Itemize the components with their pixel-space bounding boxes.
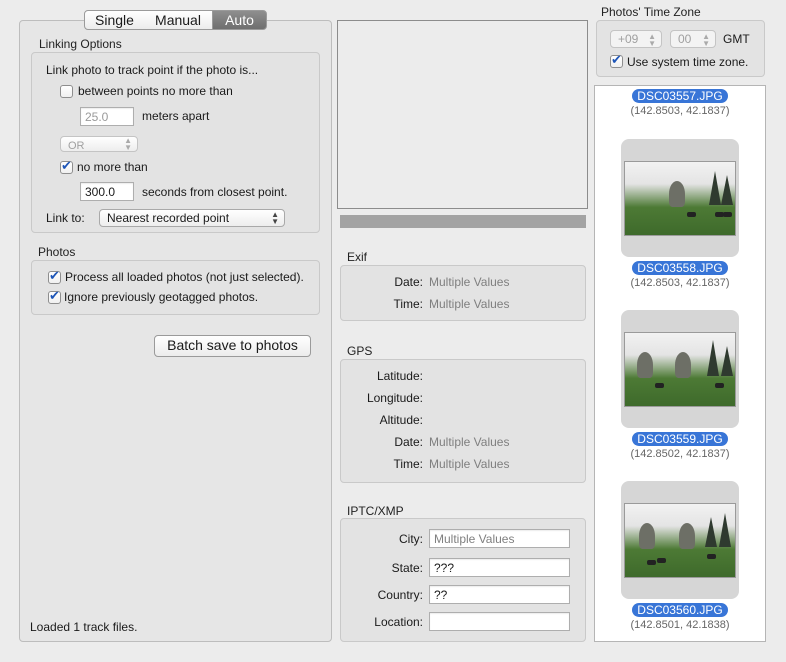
photo-thumbnail (624, 332, 736, 407)
photo-item[interactable]: DSC03558.JPG (142.8503, 42.1837) (595, 139, 765, 289)
state-field[interactable]: ??? (429, 558, 570, 577)
seconds-label: seconds from closest point. (142, 185, 288, 199)
gps-date-label: Date: (394, 435, 423, 449)
photo-item[interactable]: DSC03560.JPG (142.8501, 42.1838) (595, 481, 765, 631)
tz-hours-value: +09 (618, 32, 639, 46)
photo-item[interactable]: DSC03559.JPG (142.8502, 42.1837) (595, 310, 765, 460)
process-all-checkbox[interactable] (48, 269, 61, 284)
exif-date-label: Date: (394, 275, 423, 289)
gps-latitude-label: Latitude: (376, 369, 423, 383)
gmt-label: GMT (723, 32, 750, 46)
gps-date-value: Multiple Values (429, 435, 510, 449)
photos-group (31, 260, 320, 315)
location-field[interactable] (429, 612, 570, 631)
exif-date-value: Multiple Values (429, 275, 510, 289)
photo-card (621, 310, 739, 428)
photo-thumbnail (624, 503, 736, 578)
tz-minutes-popup[interactable]: 00 ▲ ▼ (670, 30, 716, 48)
ignore-geotagged-label: Ignore previously geotagged photos. (64, 290, 259, 304)
photo-filename: DSC03558.JPG (595, 261, 765, 275)
use-system-tz-label: Use system time zone. (627, 55, 749, 69)
photos-group-title: Photos (38, 245, 76, 259)
exif-time-value: Multiple Values (429, 297, 510, 311)
tab-manual[interactable]: Manual (144, 10, 213, 30)
gps-title: GPS (347, 344, 373, 358)
process-all-label: Process all loaded photos (not just sele… (65, 270, 304, 284)
iptc-title: IPTC/XMP (347, 504, 404, 518)
meters-field[interactable]: 25.0 (80, 107, 134, 126)
photo-card (621, 139, 739, 257)
chevron-updown-icon: ▲ ▼ (702, 32, 710, 48)
tab-auto[interactable]: Auto (212, 10, 267, 30)
exif-title: Exif (347, 250, 368, 264)
chevron-updown-icon: ▲ ▼ (124, 136, 132, 152)
no-more-than-label: no more than (77, 160, 148, 174)
photo-filename: DSC03557.JPG (595, 89, 765, 103)
linking-options-title: Linking Options (39, 37, 122, 51)
chevron-updown-icon: ▲ ▼ (648, 32, 656, 48)
photo-filename: DSC03559.JPG (595, 432, 765, 446)
link-to-label: Link to: (46, 211, 85, 225)
link-to-popup[interactable]: Nearest recorded point ▲ ▼ (99, 209, 285, 227)
city-field[interactable]: Multiple Values (429, 529, 570, 548)
gps-time-label: Time: (393, 457, 423, 471)
seconds-field[interactable]: 300.0 (80, 182, 134, 201)
between-points-label: between points no more than (78, 84, 233, 98)
country-label: Country: (377, 588, 423, 602)
photo-coordinates: (142.8501, 42.1838) (630, 619, 730, 631)
tz-minutes-value: 00 (678, 32, 692, 46)
logic-operator-popup[interactable]: OR ▲ ▼ (60, 136, 138, 152)
exif-group (340, 265, 586, 321)
gps-altitude-label: Altitude: (379, 413, 423, 427)
progress-bar (340, 215, 586, 228)
status-text: Loaded 1 track files. (30, 620, 138, 634)
ignore-geotagged-checkbox[interactable] (48, 289, 61, 304)
photo-thumbnail (624, 161, 736, 236)
tab-single[interactable]: Single (84, 10, 145, 30)
logic-operator-value: OR (68, 140, 85, 152)
between-points-checkbox[interactable] (60, 85, 73, 98)
photo-coordinates: (142.8502, 42.1837) (630, 448, 730, 460)
country-field[interactable]: ?? (429, 585, 570, 604)
link-to-value: Nearest recorded point (107, 211, 230, 225)
no-more-than-checkbox[interactable] (60, 159, 73, 174)
photo-coordinates: (142.8503, 42.1837) (630, 105, 730, 117)
exif-time-label: Time: (393, 297, 423, 311)
location-label: Location: (374, 615, 423, 629)
chevron-updown-icon: ▲ ▼ (271, 210, 279, 226)
map-view[interactable] (337, 20, 588, 209)
gps-time-value: Multiple Values (429, 457, 510, 471)
use-system-tz-checkbox[interactable] (610, 53, 623, 68)
tz-hours-popup[interactable]: +09 ▲ ▼ (610, 30, 662, 48)
meters-apart-label: meters apart (142, 109, 210, 123)
state-label: State: (391, 561, 423, 575)
photo-card (621, 481, 739, 599)
city-label: City: (399, 532, 423, 546)
linking-intro-text: Link photo to track point if the photo i… (46, 63, 259, 77)
gps-longitude-label: Longitude: (366, 391, 423, 405)
photo-list[interactable]: DSC03557.JPG (142.8503, 42.1837) DSC0355… (594, 85, 766, 642)
timezone-title: Photos' Time Zone (601, 5, 701, 19)
batch-save-button[interactable]: Batch save to photos (154, 335, 311, 357)
photo-coordinates: (142.8503, 42.1837) (630, 277, 730, 289)
photo-item[interactable]: DSC03557.JPG (142.8503, 42.1837) (595, 86, 765, 126)
photo-filename: DSC03560.JPG (595, 603, 765, 617)
